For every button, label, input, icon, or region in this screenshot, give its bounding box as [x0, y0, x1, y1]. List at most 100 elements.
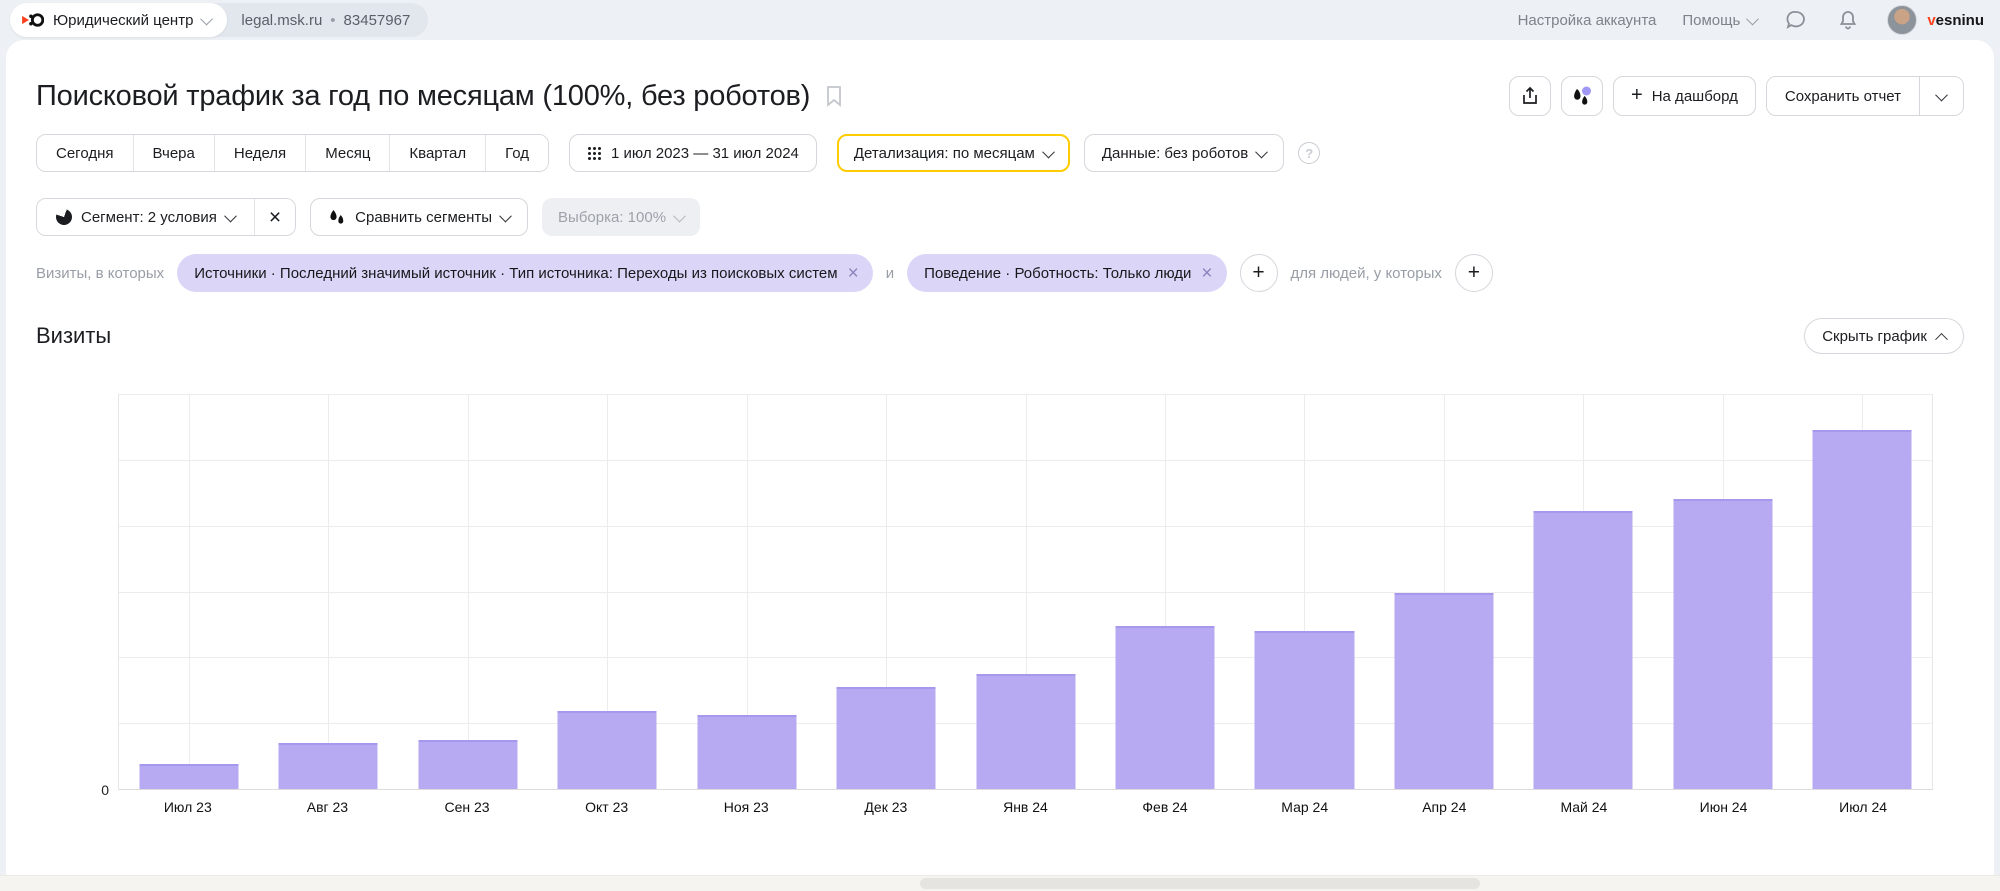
- chart-column: [1653, 394, 1792, 789]
- bar-дек-23[interactable]: [837, 687, 936, 789]
- data-mode-button[interactable]: Данные: без роботов: [1084, 134, 1284, 172]
- horizontal-scrollbar: [0, 875, 2000, 891]
- x-axis-tick-label: Июл 23: [118, 799, 258, 815]
- period-button-3[interactable]: Неделя: [214, 135, 305, 171]
- x-axis-labels: Июл 23Авг 23Сен 23Окт 23Ноя 23Дек 23Янв …: [118, 799, 1933, 815]
- plus-icon: +: [1631, 85, 1643, 105]
- help-question-icon[interactable]: ?: [1298, 142, 1320, 164]
- notifications-bell-icon[interactable]: [1835, 7, 1861, 33]
- bar-мар-24[interactable]: [1255, 631, 1354, 789]
- conditions-row: Визиты, в которых Источники · Последний …: [36, 254, 1964, 292]
- chart-column: [1514, 394, 1653, 789]
- bar-май-24[interactable]: [1534, 511, 1633, 789]
- add-to-dashboard-button[interactable]: + На дашборд: [1613, 76, 1756, 116]
- topbar-right: Настройка аккаунта Помощь vesninu: [1518, 5, 1984, 35]
- add-people-condition-button[interactable]: +: [1455, 254, 1493, 292]
- bar-июл-23[interactable]: [139, 764, 238, 789]
- segment-button[interactable]: Сегмент: 2 условия: [37, 199, 254, 235]
- chevron-down-icon: [1255, 145, 1268, 158]
- x-axis-tick-label: Дек 23: [816, 799, 956, 815]
- compare-segments-button[interactable]: Сравнить сегменты: [310, 198, 528, 236]
- data-mode-label: Данные: без роботов: [1102, 145, 1248, 162]
- v-gridline: [468, 394, 469, 789]
- chat-icon[interactable]: [1783, 7, 1809, 33]
- counter-selector[interactable]: Юридический центр: [10, 3, 227, 37]
- remove-condition-icon[interactable]: ×: [1201, 264, 1212, 283]
- segment-clear-button[interactable]: ×: [254, 199, 295, 235]
- detalization-label: Детализация: по месяцам: [854, 145, 1035, 162]
- x-axis-tick-label: Окт 23: [537, 799, 677, 815]
- chevron-down-icon: [201, 12, 214, 25]
- period-filter-row: СегодняВчераНеделяМесяцКварталГод 1 июл …: [36, 134, 1964, 172]
- chevron-down-icon: [224, 209, 237, 222]
- x-axis-tick-label: Сен 23: [397, 799, 537, 815]
- chart-column: [258, 394, 397, 789]
- username: vesninu: [1927, 12, 1984, 29]
- sampling-button[interactable]: Выборка: 100%: [542, 198, 700, 236]
- x-axis-tick-label: Апр 24: [1374, 799, 1514, 815]
- counter-id[interactable]: legal.msk.ru • 83457967: [227, 12, 428, 29]
- pie-segment-icon: [56, 209, 72, 225]
- period-button-6[interactable]: Год: [485, 135, 548, 171]
- counter-name: Юридический центр: [53, 12, 193, 29]
- period-button-4[interactable]: Месяц: [305, 135, 389, 171]
- period-button-2[interactable]: Вчера: [133, 135, 214, 171]
- report-card: Поисковой трафик за год по месяцам (100%…: [6, 40, 1994, 875]
- bar-апр-24[interactable]: [1394, 593, 1493, 789]
- metric-heading: Визиты: [36, 323, 111, 349]
- chart-column: [1095, 394, 1234, 789]
- horizontal-scrollbar-thumb[interactable]: [920, 878, 1480, 889]
- help-menu[interactable]: Помощь: [1682, 12, 1757, 29]
- x-axis-tick-label: Мар 24: [1235, 799, 1375, 815]
- y-axis-zero-tick: 0: [77, 782, 109, 798]
- title-row: Поисковой трафик за год по месяцам (100%…: [36, 74, 1964, 118]
- condition-chip-robots[interactable]: Поведение · Роботность: Только люди ×: [907, 254, 1226, 292]
- separator-dot: •: [330, 12, 335, 29]
- counter-group: Юридический центр legal.msk.ru • 8345796…: [10, 3, 428, 37]
- bar-июн-24[interactable]: [1673, 499, 1772, 789]
- sampling-label: Выборка: 100%: [558, 209, 666, 226]
- detalization-button[interactable]: Детализация: по месяцам: [837, 134, 1070, 172]
- add-visit-condition-button[interactable]: +: [1240, 254, 1278, 292]
- x-axis-tick-label: Июн 24: [1654, 799, 1794, 815]
- bar-авг-23[interactable]: [279, 743, 378, 789]
- chevron-up-icon: [1935, 332, 1948, 345]
- chart-column: [677, 394, 816, 789]
- ai-insights-button[interactable]: [1561, 76, 1603, 116]
- user-menu[interactable]: vesninu: [1887, 5, 1984, 35]
- chart-column: [1374, 394, 1513, 789]
- hide-chart-button[interactable]: Скрыть график: [1804, 318, 1964, 354]
- x-axis-tick-label: Июл 24: [1793, 799, 1933, 815]
- bar-фев-24[interactable]: [1116, 626, 1215, 789]
- bar-ноя-23[interactable]: [697, 715, 796, 789]
- bar-сен-23[interactable]: [418, 740, 517, 789]
- visits-in-which-label: Визиты, в которых: [36, 265, 164, 282]
- v-gridline: [189, 394, 190, 789]
- save-report-button[interactable]: Сохранить отчет: [1767, 77, 1919, 115]
- x-axis-tick-label: Янв 24: [956, 799, 1096, 815]
- v-gridline: [328, 394, 329, 789]
- period-button-5[interactable]: Квартал: [389, 135, 485, 171]
- chevron-down-icon: [673, 209, 686, 222]
- account-settings-link[interactable]: Настройка аккаунта: [1518, 12, 1657, 29]
- calendar-dots-icon: [587, 146, 602, 161]
- condition-chip-source[interactable]: Источники · Последний значимый источник …: [177, 254, 873, 292]
- segment-label: Сегмент: 2 условия: [81, 209, 217, 226]
- chart-column: [398, 394, 537, 789]
- for-people-label: для людей, у которых: [1291, 265, 1442, 282]
- droplets-icon: [328, 209, 346, 226]
- bar-июл-24[interactable]: [1813, 430, 1912, 789]
- remove-condition-icon[interactable]: ×: [848, 264, 859, 283]
- and-label: и: [886, 265, 894, 282]
- bar-янв-24[interactable]: [976, 674, 1075, 789]
- save-report-menu-button[interactable]: [1919, 77, 1963, 115]
- export-button[interactable]: [1509, 76, 1551, 116]
- period-button-1[interactable]: Сегодня: [37, 135, 133, 171]
- counter-domain: legal.msk.ru: [241, 12, 322, 29]
- title-actions: + На дашборд Сохранить отчет: [1509, 76, 1964, 116]
- bar-окт-23[interactable]: [558, 711, 657, 789]
- bookmark-icon[interactable]: [824, 85, 844, 107]
- hide-chart-label: Скрыть график: [1822, 328, 1927, 345]
- date-range-button[interactable]: 1 июл 2023 — 31 июл 2024: [569, 134, 817, 172]
- chevron-down-icon: [1746, 12, 1759, 25]
